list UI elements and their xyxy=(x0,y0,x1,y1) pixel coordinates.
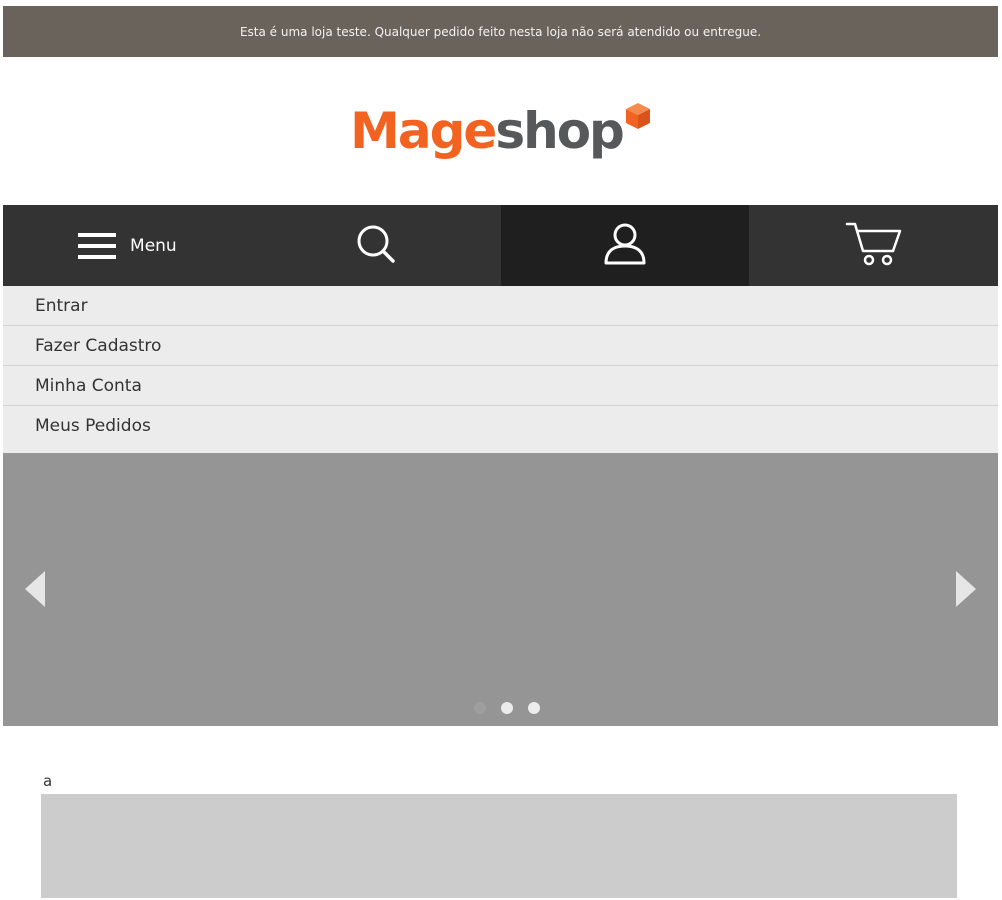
slider-dot[interactable] xyxy=(473,702,486,714)
slider-dot[interactable] xyxy=(500,702,513,714)
content-placeholder-block xyxy=(41,794,957,898)
demo-notice-text: Esta é uma loja teste. Qualquer pedido f… xyxy=(239,24,762,39)
logo-shop: shop xyxy=(495,102,624,160)
menu-button[interactable]: Menu xyxy=(3,205,252,286)
banner-slider xyxy=(3,453,998,726)
cart-button[interactable] xyxy=(749,205,998,286)
cart-icon xyxy=(845,221,903,271)
logo[interactable]: Mageshop xyxy=(350,103,651,156)
account-button[interactable] xyxy=(500,205,750,286)
demo-notice-bar: Esta é uma loja teste. Qualquer pedido f… xyxy=(3,6,998,57)
page: Esta é uma loja teste. Qualquer pedido f… xyxy=(3,6,998,898)
menu-item-register[interactable]: Fazer Cadastro xyxy=(3,326,998,366)
header: Mageshop xyxy=(3,57,998,205)
cube-icon xyxy=(625,102,651,134)
chevron-left-icon[interactable] xyxy=(25,571,47,611)
main-content: a xyxy=(3,726,998,898)
slider-pagination xyxy=(3,702,998,714)
search-button[interactable] xyxy=(252,205,501,286)
search-icon xyxy=(356,224,396,268)
content-label: a xyxy=(43,772,53,790)
menu-item-my-orders[interactable]: Meus Pedidos xyxy=(3,406,998,453)
hamburger-icon xyxy=(78,232,117,259)
account-dropdown: Entrar Fazer Cadastro Minha Conta Meus P… xyxy=(3,286,998,453)
user-icon xyxy=(603,222,647,270)
chevron-right-icon[interactable] xyxy=(954,571,976,611)
slider-dot[interactable] xyxy=(527,702,540,714)
logo-mage: Mage xyxy=(350,102,497,160)
logo-wordmark: Mageshop xyxy=(350,106,625,156)
menu-item-login[interactable]: Entrar xyxy=(3,286,998,326)
menu-item-my-account[interactable]: Minha Conta xyxy=(3,366,998,406)
main-navbar: Menu xyxy=(3,205,998,286)
menu-label: Menu xyxy=(130,235,177,256)
